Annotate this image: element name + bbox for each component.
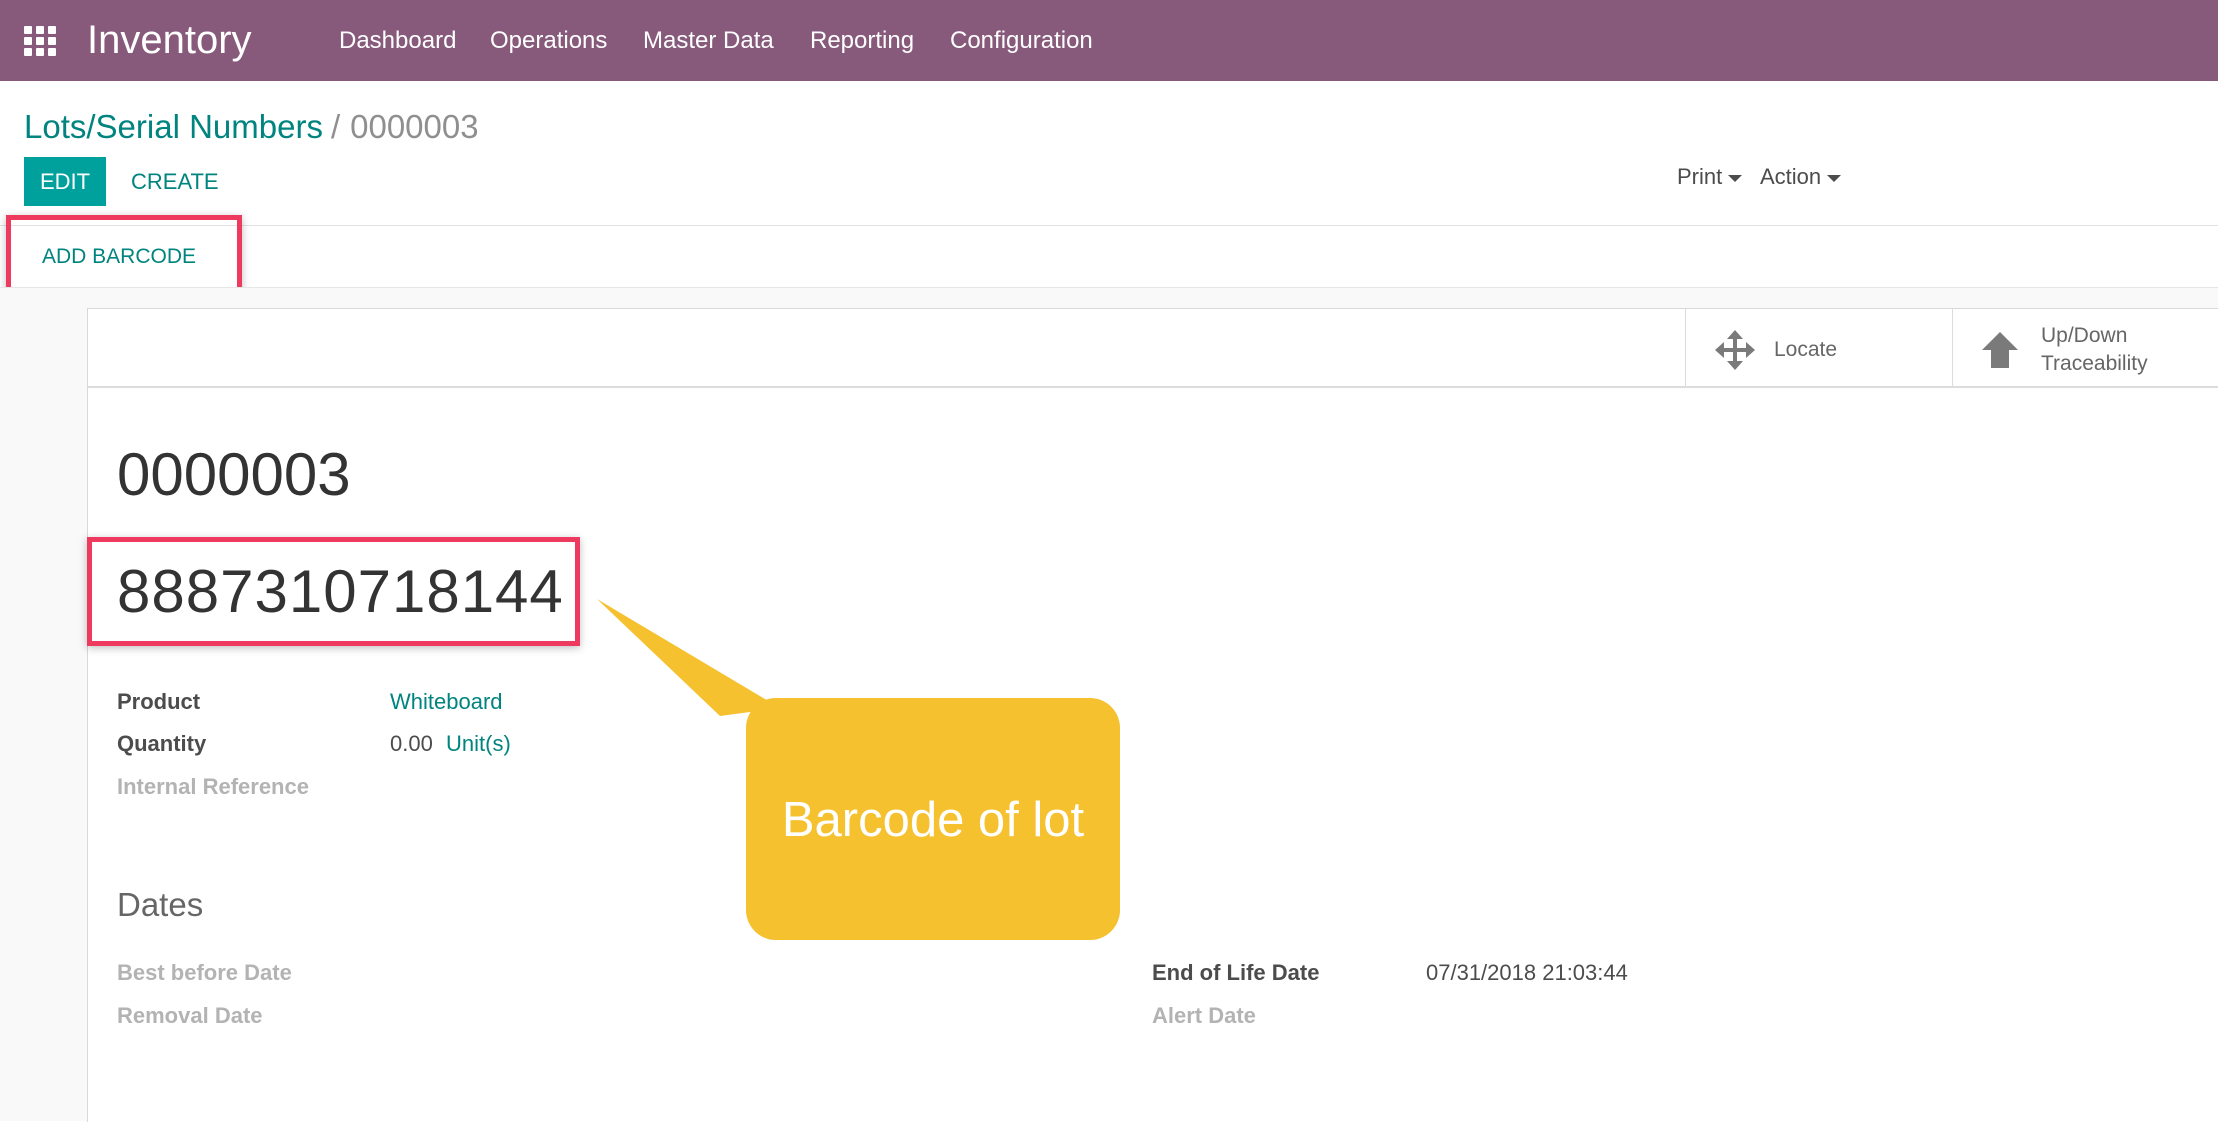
record-name: 0000003 bbox=[117, 441, 351, 508]
divider bbox=[0, 225, 2218, 226]
product-label: Product bbox=[117, 689, 201, 714]
breadcrumb-separator: / bbox=[330, 108, 341, 145]
locate-button[interactable]: Locate bbox=[1685, 308, 1952, 388]
arrows-move-icon bbox=[1715, 330, 1755, 370]
print-label: Print bbox=[1677, 164, 1723, 189]
menu-reporting[interactable]: Reporting bbox=[810, 24, 914, 58]
quantity-value: 0.00 bbox=[390, 731, 433, 756]
internal-reference-label: Internal Reference bbox=[117, 774, 309, 799]
highlight-box bbox=[87, 537, 580, 646]
menu-dashboard[interactable]: Dashboard bbox=[339, 24, 456, 58]
dates-section-title: Dates bbox=[117, 886, 204, 923]
menu-configuration[interactable]: Configuration bbox=[950, 24, 1093, 58]
callout-text: Barcode of lot bbox=[781, 793, 1085, 847]
divider bbox=[0, 287, 2218, 288]
removal-date-label: Removal Date bbox=[117, 1003, 263, 1028]
caret-down-icon bbox=[1728, 174, 1743, 182]
uom-link[interactable]: Unit(s) bbox=[446, 729, 511, 759]
locate-label: Locate bbox=[1774, 338, 1838, 361]
action-label: Action bbox=[1760, 164, 1822, 189]
end-of-life-date-label: End of Life Date bbox=[1152, 960, 1320, 985]
print-dropdown[interactable]: Print bbox=[1677, 160, 1743, 194]
create-button[interactable]: CREATE bbox=[131, 157, 219, 206]
quantity-label: Quantity bbox=[117, 731, 207, 756]
action-dropdown[interactable]: Action bbox=[1760, 160, 1842, 194]
alert-date-label: Alert Date bbox=[1152, 1003, 1256, 1028]
traceability-label-line2: Traceability bbox=[2041, 352, 2148, 375]
edit-button[interactable]: EDIT bbox=[24, 157, 106, 206]
caret-down-icon bbox=[1827, 174, 1842, 182]
arrow-up-icon bbox=[1982, 332, 2018, 368]
menu-operations[interactable]: Operations bbox=[490, 24, 607, 58]
breadcrumb: Lots/Serial Numbers/0000003 bbox=[24, 105, 479, 149]
breadcrumb-current: 0000003 bbox=[350, 108, 479, 145]
traceability-button[interactable]: Up/Down Traceability bbox=[1952, 308, 2218, 388]
product-link[interactable]: Whiteboard bbox=[390, 687, 503, 717]
menu-master-data[interactable]: Master Data bbox=[643, 24, 774, 58]
app-title: Inventory bbox=[87, 18, 252, 62]
end-of-life-date-value: 07/31/2018 21:03:44 bbox=[1426, 960, 1628, 985]
breadcrumb-parent-link[interactable]: Lots/Serial Numbers bbox=[24, 108, 323, 145]
grid-icon[interactable] bbox=[24, 26, 56, 56]
top-navbar: Inventory Dashboard Operations Master Da… bbox=[0, 0, 2218, 81]
best-before-date-label: Best before Date bbox=[117, 960, 292, 985]
highlight-box bbox=[6, 215, 242, 297]
traceability-label-line1: Up/Down bbox=[2041, 324, 2128, 347]
